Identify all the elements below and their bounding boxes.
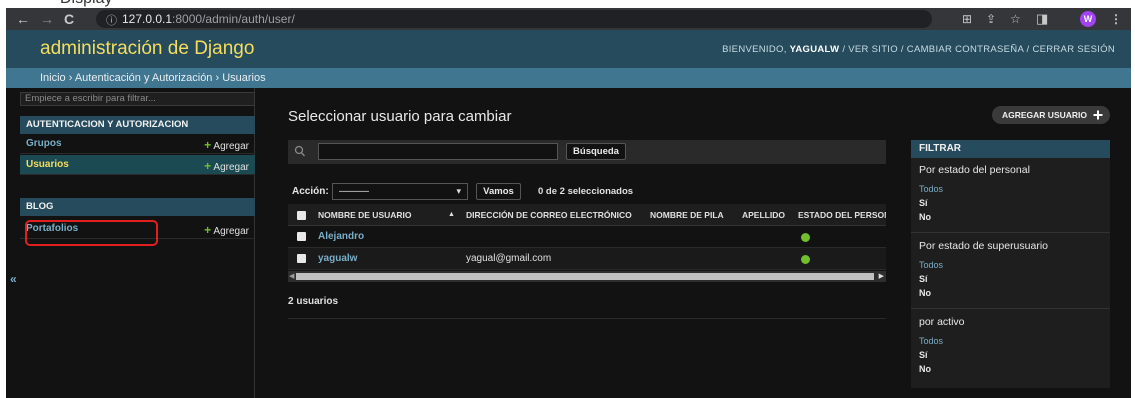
changelist-content: Seleccionar usuario para cambiar Búsqued… xyxy=(276,88,896,398)
side-panel-icon[interactable]: ◨ xyxy=(1036,11,1048,27)
go-button[interactable]: Vamos xyxy=(476,183,521,200)
admin-header: administración de Django BIENVENIDO, YAG… xyxy=(6,30,1131,68)
filter-option-no[interactable]: No xyxy=(919,288,931,298)
action-counter: 0 de 2 seleccionados xyxy=(538,186,634,197)
sidebar-item-usuarios[interactable]: Usuarios + Agregar xyxy=(20,155,255,175)
yes-check-icon xyxy=(801,255,810,264)
add-portafolio-link[interactable]: + Agregar xyxy=(204,223,249,237)
filter-option-yes[interactable]: Sí xyxy=(919,198,928,208)
action-select[interactable]: ——— ▾ xyxy=(332,183,468,200)
divider xyxy=(911,232,1110,233)
username-link[interactable]: yagualw xyxy=(318,253,357,264)
chevron-down-icon: ▾ xyxy=(456,186,461,196)
address-bar[interactable]: ⓘ 127.0.0.1:8000/admin/auth/user/ xyxy=(96,10,932,28)
divider xyxy=(911,308,1110,309)
search-input[interactable] xyxy=(318,143,558,160)
sidebar-filter-input[interactable]: Empiece a escribir para filtrar... xyxy=(20,92,255,106)
search-button[interactable]: Búsqueda xyxy=(566,143,626,160)
plus-icon xyxy=(1093,110,1103,120)
yes-check-icon xyxy=(801,233,810,242)
forward-arrow-icon[interactable]: → xyxy=(40,10,54,28)
app-caption-blog[interactable]: BLOG xyxy=(20,198,255,216)
add-user-button[interactable]: AGREGAR USUARIO xyxy=(992,106,1110,124)
reload-icon[interactable]: C xyxy=(64,10,74,28)
nav-sidebar: Empiece a escribir para filtrar... AUTEN… xyxy=(20,88,255,398)
browser-window: ← → C ⓘ 127.0.0.1:8000/admin/auth/user/ … xyxy=(6,8,1131,398)
usuarios-link[interactable]: Usuarios xyxy=(26,159,69,170)
profile-avatar[interactable]: W xyxy=(1080,11,1096,27)
menu-kebab-icon[interactable]: ⋮ xyxy=(1110,11,1122,27)
app-caption-auth[interactable]: AUTENTICACION Y AUTORIZACION xyxy=(20,116,255,134)
filter-option-no[interactable]: No xyxy=(919,364,931,374)
paginator: 2 usuarios xyxy=(288,296,339,307)
username-text: YAGUALW xyxy=(789,44,840,55)
welcome-text: BIENVENIDO, xyxy=(722,44,787,55)
bookmark-star-icon[interactable]: ☆ xyxy=(1010,11,1021,27)
back-arrow-icon[interactable]: ← xyxy=(16,10,30,28)
scroll-left-icon[interactable]: ◀ xyxy=(289,271,294,282)
col-username[interactable]: NOMBRE DE USUARIO xyxy=(318,210,412,220)
table-row: yagualw yagual@gmail.com xyxy=(288,248,886,270)
browser-toolbar: ← → C ⓘ 127.0.0.1:8000/admin/auth/user/ … xyxy=(6,8,1131,30)
logout-link[interactable]: CERRAR SESIÓN xyxy=(1032,44,1115,55)
filter-option-yes[interactable]: Sí xyxy=(919,350,928,360)
page-title: Seleccionar usuario para cambiar xyxy=(288,108,512,125)
filter-option-all[interactable]: Todos xyxy=(919,184,943,194)
site-branding[interactable]: administración de Django xyxy=(40,38,254,60)
search-toolbar: Búsqueda xyxy=(288,140,886,164)
divider xyxy=(288,318,886,319)
action-label: Acción: xyxy=(292,186,329,197)
row-checkbox[interactable] xyxy=(297,254,306,263)
sort-asc-icon[interactable]: ▲ xyxy=(448,211,455,218)
scroll-right-icon[interactable]: ▶ xyxy=(879,271,884,282)
red-highlight-annotation xyxy=(25,220,158,246)
view-site-link[interactable]: VER SITIO xyxy=(848,44,898,55)
sidebar-item-grupos[interactable]: Grupos + Agregar xyxy=(20,134,255,154)
breadcrumb[interactable]: Inicio › Autenticación y Autorización › … xyxy=(6,68,1131,88)
translate-icon[interactable]: ⊞ xyxy=(962,11,972,27)
horizontal-scrollbar[interactable]: ◀ ▶ xyxy=(288,271,886,282)
add-grupo-link[interactable]: + Agregar xyxy=(204,138,249,152)
col-email[interactable]: DIRECCIÓN DE CORREO ELECTRÓNICO xyxy=(466,210,632,220)
filter-title-active: por activo xyxy=(919,316,965,328)
plus-icon: + xyxy=(204,223,212,237)
filter-heading: FILTRAR xyxy=(911,140,1110,158)
actions-bar: Acción: ——— ▾ Vamos 0 de 2 seleccionados xyxy=(288,180,886,204)
table-row: Alejandro xyxy=(288,226,886,248)
row-checkbox[interactable] xyxy=(297,232,306,241)
user-tools: BIENVENIDO, YAGUALW / VER SITIO / CAMBIA… xyxy=(722,44,1115,55)
grupos-link[interactable]: Grupos xyxy=(26,138,62,149)
col-staff-status[interactable]: ESTADO DEL PERSONA xyxy=(798,210,886,220)
url-text: 127.0.0.1:8000/admin/auth/user/ xyxy=(122,12,295,26)
plus-icon: + xyxy=(204,159,212,173)
add-usuario-link[interactable]: + Agregar xyxy=(204,159,249,173)
share-icon[interactable]: ⇪ xyxy=(986,11,996,27)
col-last-name[interactable]: APELLIDO xyxy=(742,210,785,220)
scrollbar-thumb[interactable] xyxy=(296,273,874,280)
plus-icon: + xyxy=(204,138,212,152)
col-first-name[interactable]: NOMBRE DE PILA xyxy=(650,210,724,220)
cropped-top-text: Display xyxy=(0,0,1135,8)
filter-title-staff: Por estado del personal xyxy=(919,164,1030,176)
filter-option-all[interactable]: Todos xyxy=(919,336,943,346)
filter-option-all[interactable]: Todos xyxy=(919,260,943,270)
search-icon xyxy=(294,145,306,157)
email-cell: yagual@gmail.com xyxy=(466,253,552,264)
filter-option-no[interactable]: No xyxy=(919,212,931,222)
select-all-checkbox[interactable] xyxy=(297,211,306,220)
change-password-link[interactable]: CAMBIAR CONTRASEÑA xyxy=(907,44,1024,55)
filter-option-yes[interactable]: Sí xyxy=(919,274,928,284)
screenshot-root: Display ← → C ⓘ 127.0.0.1:8000/admin/aut… xyxy=(0,0,1135,398)
username-link[interactable]: Alejandro xyxy=(318,231,364,242)
table-header: NOMBRE DE USUARIO ▲ DIRECCIÓN DE CORREO … xyxy=(288,204,886,226)
changelist-filter: FILTRAR Por estado del personal Todos Sí… xyxy=(911,140,1110,388)
filter-title-superuser: Por estado de superusuario xyxy=(919,240,1048,252)
toggle-nav-sidebar-icon[interactable]: « xyxy=(10,272,17,286)
site-info-icon[interactable]: ⓘ xyxy=(106,12,117,28)
